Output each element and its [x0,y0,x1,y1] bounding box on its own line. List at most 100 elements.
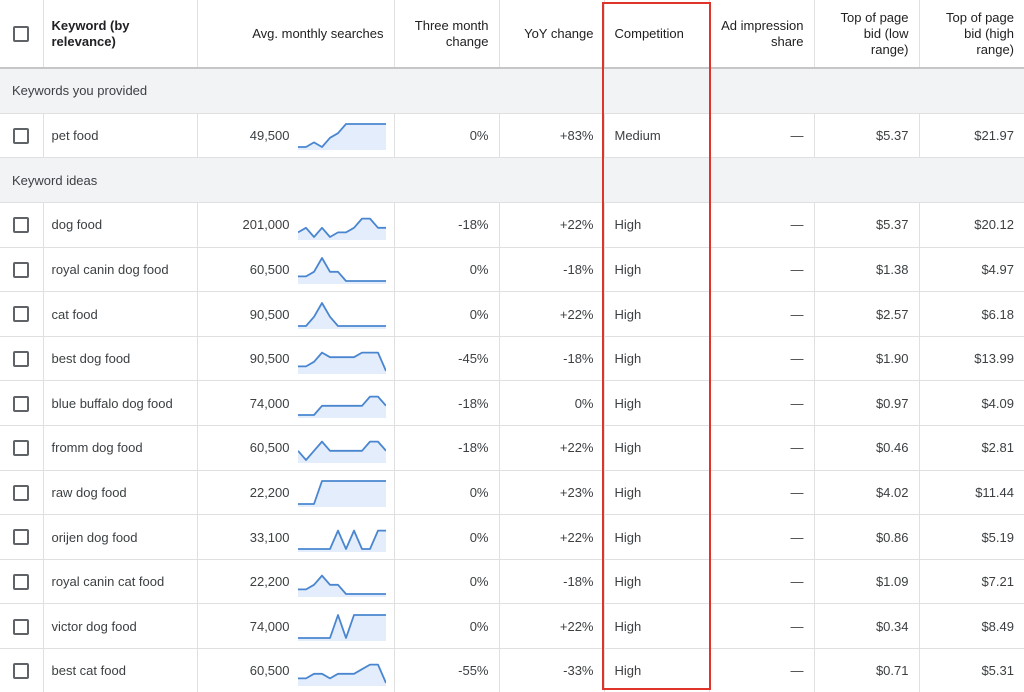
table-row[interactable]: blue buffalo dog food 74,000 -18% 0% Hig… [0,380,1024,427]
keyword-ideas-table: Keyword (by relevance) Avg. monthly sear… [0,0,1024,692]
trend-sparkline[interactable] [297,299,386,330]
three-month-change-cell: -45% [394,336,500,382]
row-checkbox[interactable] [13,127,30,144]
header-top-bid-high[interactable]: Top of page bid (high range) [919,0,1024,69]
trend-sparkline[interactable] [297,344,386,374]
top-bid-low-cell: $0.97 [814,380,920,427]
row-checkbox[interactable] [13,484,30,501]
row-select-cell[interactable] [0,380,44,427]
row-select-cell[interactable] [0,603,44,650]
yoy-change-cell: +22% [499,603,605,650]
ad-impression-share-cell: — [709,514,815,560]
row-select-cell[interactable] [0,247,44,293]
trend-sparkline[interactable] [297,433,386,463]
keyword-cell: orijen dog food [43,514,198,560]
header-top-bid-low[interactable]: Top of page bid (low range) [814,0,920,69]
avg-searches-wrap: 22,200 [208,567,386,597]
top-bid-high-cell: $7.21 [919,559,1024,605]
header-competition[interactable]: Competition [604,0,710,69]
three-month-change-cell: 0% [394,113,500,159]
trend-sparkline[interactable] [297,477,386,508]
table-row[interactable]: pet food 49,500 0% +83% Medium — $5.37 $… [0,113,1024,159]
ad-impression-share-cell: — [709,336,815,382]
row-select-cell[interactable] [0,202,44,248]
competition-cell: High [604,470,710,516]
table-row[interactable]: dog food 201,000 -18% +22% High — $5.37 … [0,202,1024,248]
top-bid-low-cell: $1.90 [814,336,920,382]
top-bid-high-cell: $2.81 [919,425,1024,471]
section-header-row: Keywords you provided [0,68,1024,114]
keyword-cell: fromm dog food [43,425,198,471]
row-checkbox[interactable] [13,440,30,457]
row-checkbox[interactable] [13,573,30,590]
trend-sparkline[interactable] [297,656,386,686]
top-bid-high-cell: $5.31 [919,648,1024,692]
row-checkbox[interactable] [13,618,30,635]
keyword-cell: best dog food [43,336,198,382]
trend-sparkline[interactable] [297,210,386,240]
row-checkbox[interactable] [13,350,30,367]
table-row[interactable]: royal canin dog food 60,500 0% -18% High… [0,247,1024,293]
row-select-cell[interactable] [0,470,44,516]
table-row[interactable]: cat food 90,500 0% +22% High — $2.57 $6.… [0,291,1024,337]
yoy-change-cell: 0% [499,380,605,427]
table-row[interactable]: best cat food 60,500 -55% -33% High — $0… [0,648,1024,692]
row-checkbox[interactable] [13,261,30,278]
row-checkbox[interactable] [13,306,30,323]
competition-cell: High [604,425,710,471]
header-avg-monthly-searches[interactable]: Avg. monthly searches [197,0,395,69]
trend-sparkline[interactable] [297,388,386,419]
row-select-cell[interactable] [0,514,44,560]
header-keyword[interactable]: Keyword (by relevance) [43,0,198,69]
top-bid-low-cell: $0.86 [814,514,920,560]
row-select-cell[interactable] [0,648,44,692]
competition-cell: High [604,202,710,248]
avg-searches-value: 60,500 [249,440,290,456]
top-bid-low-cell: $2.57 [814,291,920,337]
table-row[interactable]: fromm dog food 60,500 -18% +22% High — $… [0,425,1024,471]
header-ad-impression-share[interactable]: Ad impression share [709,0,815,69]
trend-sparkline[interactable] [297,254,386,285]
row-select-cell[interactable] [0,425,44,471]
section-title: Keywords you provided [0,68,1024,114]
avg-searches-cell: 201,000 [197,202,395,248]
competition-cell: High [604,514,710,560]
row-checkbox[interactable] [13,217,30,234]
avg-searches-cell: 90,500 [197,291,395,337]
row-checkbox[interactable] [13,663,30,680]
yoy-change-cell: -18% [499,559,605,605]
trend-sparkline[interactable] [297,567,386,597]
row-select-cell[interactable] [0,113,44,159]
yoy-change-cell: +22% [499,425,605,471]
table-row[interactable]: orijen dog food 33,100 0% +22% High — $0… [0,514,1024,560]
avg-searches-wrap: 74,000 [208,611,386,642]
trend-sparkline[interactable] [297,522,386,553]
table-row[interactable]: best dog food 90,500 -45% -18% High — $1… [0,336,1024,382]
avg-searches-value: 22,200 [249,574,290,590]
header-select-all-cell[interactable] [0,0,44,69]
top-bid-high-cell: $6.18 [919,291,1024,337]
row-select-cell[interactable] [0,291,44,337]
row-checkbox[interactable] [13,395,30,412]
header-yoy-change[interactable]: YoY change [499,0,605,69]
competition-cell: Medium [604,113,710,159]
table-row[interactable]: victor dog food 74,000 0% +22% High — $0… [0,603,1024,650]
select-all-checkbox[interactable] [13,25,30,42]
table-row[interactable]: raw dog food 22,200 0% +23% High — $4.02… [0,470,1024,516]
ad-impression-share-cell: — [709,648,815,692]
ad-impression-share-cell: — [709,202,815,248]
row-select-cell[interactable] [0,559,44,605]
avg-searches-wrap: 60,500 [208,254,386,285]
trend-sparkline[interactable] [297,120,386,151]
trend-sparkline[interactable] [297,611,386,642]
top-bid-low-cell: $5.37 [814,113,920,159]
top-bid-high-cell: $5.19 [919,514,1024,560]
header-three-month-change[interactable]: Three month change [394,0,500,69]
avg-searches-value: 201,000 [242,217,290,233]
row-select-cell[interactable] [0,336,44,382]
top-bid-low-cell: $1.09 [814,559,920,605]
avg-searches-wrap: 74,000 [208,388,386,419]
ad-impression-share-cell: — [709,113,815,159]
table-row[interactable]: royal canin cat food 22,200 0% -18% High… [0,559,1024,605]
row-checkbox[interactable] [13,529,30,546]
